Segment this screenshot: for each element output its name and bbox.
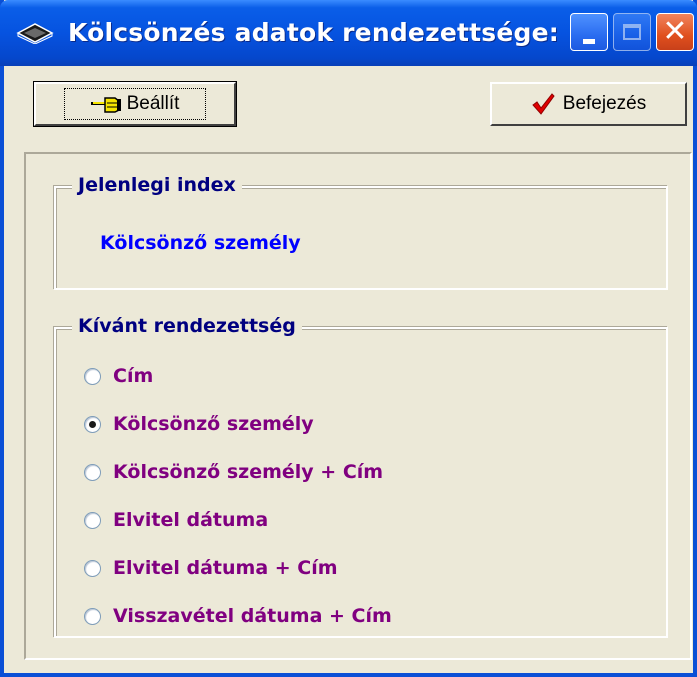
option-label: Elvitel dátuma + Cím: [113, 557, 338, 579]
desired-order-legend: Kívánt rendezettség: [72, 315, 302, 337]
option-label: Kölcsönző személy: [113, 413, 314, 435]
dialog-window: Kölcsönzés adatok rendezettsége: ✕ Beáll…: [0, 0, 697, 677]
finish-button-label: Befejezés: [562, 93, 647, 114]
window-title: Kölcsönzés adatok rendezettsége:: [68, 18, 559, 47]
order-option-title[interactable]: Cím: [84, 363, 153, 389]
minimize-icon: [583, 38, 595, 44]
radio-button[interactable]: [84, 463, 101, 481]
order-option-checkout-date-title[interactable]: Elvitel dátuma + Cím: [84, 555, 338, 581]
desired-order-group: Kívánt rendezettség Cím Kölcsönző személ…: [54, 315, 668, 638]
finish-button[interactable]: Befejezés: [490, 82, 687, 126]
option-label: Visszavétel dátuma + Cím: [113, 605, 392, 627]
radio-button[interactable]: [84, 559, 101, 577]
order-option-borrower-title[interactable]: Kölcsönző személy + Cím: [84, 459, 383, 485]
close-icon: ✕: [662, 14, 688, 49]
maximize-icon: [623, 24, 641, 40]
database-icon: [16, 23, 54, 44]
order-option-checkout-date[interactable]: Elvitel dátuma: [84, 507, 268, 533]
title-bar[interactable]: Kölcsönzés adatok rendezettsége: ✕: [0, 0, 697, 66]
current-index-group: Jelenlegi index Kölcsönző személy: [54, 174, 668, 290]
set-button-label: Beállít: [126, 93, 180, 114]
option-label: Elvitel dátuma: [113, 509, 269, 531]
set-button[interactable]: Beállít: [33, 81, 237, 127]
option-label: Kölcsönző személy + Cím: [113, 461, 384, 483]
radio-button[interactable]: [84, 367, 101, 385]
order-option-borrower[interactable]: Kölcsönző személy: [84, 411, 314, 437]
red-checkmark-icon: [532, 93, 555, 115]
order-option-return-date-title[interactable]: Visszavétel dátuma + Cím: [84, 603, 392, 629]
radio-button-selected[interactable]: [84, 415, 101, 433]
current-index-value: Kölcsönző személy: [100, 232, 301, 254]
close-button[interactable]: ✕: [656, 13, 694, 51]
radio-button[interactable]: [84, 511, 101, 529]
maximize-button[interactable]: [613, 13, 651, 51]
pointing-hand-icon: [90, 97, 121, 113]
option-label: Cím: [113, 365, 154, 387]
radio-button[interactable]: [84, 607, 101, 625]
current-index-legend: Jelenlegi index: [72, 174, 242, 196]
radio-dot-icon: [89, 420, 96, 428]
minimize-button[interactable]: [570, 13, 608, 51]
